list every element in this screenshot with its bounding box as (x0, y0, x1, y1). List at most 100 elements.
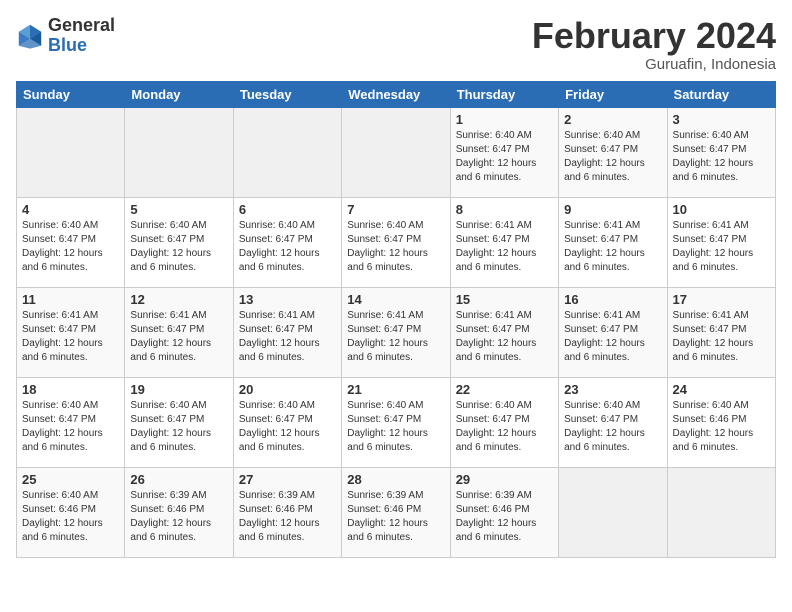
day-number: 25 (22, 472, 119, 487)
calendar-cell: 5Sunrise: 6:40 AMSunset: 6:47 PMDaylight… (125, 197, 233, 287)
day-info: Sunrise: 6:40 AMSunset: 6:47 PMDaylight:… (673, 129, 770, 185)
calendar-cell: 21 Sunrise: 6:40 AMSunset: 6:47 PMDayligh… (342, 377, 450, 467)
day-info: Sunrise: 6:40 AMSunset: 6:47 PMDaylight:… (22, 399, 119, 455)
calendar-cell: 16Sunrise: 6:41 AMSunset: 6:47 PMDayligh… (559, 287, 667, 377)
weekday-header-tuesday: Tuesday (233, 81, 341, 107)
location-subtitle: Guruafin, Indonesia (532, 56, 776, 73)
calendar-cell: 19Sunrise: 6:40 AMSunset: 6:47 PMDayligh… (125, 377, 233, 467)
day-info: Sunrise: 6:40 AMSunset: 6:47 PMDaylight:… (456, 399, 553, 455)
day-number: 15 (456, 292, 553, 307)
calendar-cell: 28Sunrise: 6:39 AMSunset: 6:46 PMDayligh… (342, 467, 450, 557)
day-info: Sunrise: 6:41 AMSunset: 6:47 PMDaylight:… (347, 309, 444, 365)
calendar-cell (17, 107, 125, 197)
day-info: Sunrise: 6:41 AMSunset: 6:47 PMDaylight:… (456, 309, 553, 365)
calendar-cell: 2 Sunrise: 6:40 AMSunset: 6:47 PMDaylight… (559, 107, 667, 197)
calendar-cell: 11Sunrise: 6:41 AMSunset: 6:47 PMDayligh… (17, 287, 125, 377)
day-number: 28 (347, 472, 444, 487)
calendar-cell: 23 Sunrise: 6:40 AMSunset: 6:47 PMDayligh… (559, 377, 667, 467)
day-info: Sunrise: 6:41 AMSunset: 6:47 PMDaylight:… (456, 219, 553, 275)
weekday-header-wednesday: Wednesday (342, 81, 450, 107)
calendar-cell: 7 Sunrise: 6:40 AMSunset: 6:47 PMDaylight… (342, 197, 450, 287)
day-info: Sunrise: 6:39 AMSunset: 6:46 PMDaylight:… (456, 489, 553, 545)
day-number: 4 (22, 202, 119, 217)
day-number: 5 (130, 202, 227, 217)
logo-general: General (48, 15, 115, 35)
day-number: 8 (456, 202, 553, 217)
calendar-cell: 27 Sunrise: 6:39 AMSunset: 6:46 PMDayligh… (233, 467, 341, 557)
day-info: Sunrise: 6:40 AMSunset: 6:47 PMDaylight:… (239, 399, 336, 455)
weekday-header-thursday: Thursday (450, 81, 558, 107)
day-number: 3 (673, 112, 770, 127)
calendar-cell: 20 Sunrise: 6:40 AMSunset: 6:47 PMDayligh… (233, 377, 341, 467)
calendar-week-row: 25 Sunrise: 6:40 AMSunset: 6:46 PMDayligh… (17, 467, 776, 557)
day-info: Sunrise: 6:41 AMSunset: 6:47 PMDaylight:… (564, 219, 661, 275)
calendar-cell (667, 467, 775, 557)
logo: General Blue (16, 16, 115, 56)
weekday-header-sunday: Sunday (17, 81, 125, 107)
day-info: Sunrise: 6:40 AMSunset: 6:47 PMDaylight:… (456, 129, 553, 185)
calendar-cell: 12 Sunrise: 6:41 AMSunset: 6:47 PMDayligh… (125, 287, 233, 377)
calendar-cell: 22 Sunrise: 6:40 AMSunset: 6:47 PMDayligh… (450, 377, 558, 467)
day-number: 11 (22, 292, 119, 307)
calendar-cell: 15 Sunrise: 6:41 AMSunset: 6:47 PMDayligh… (450, 287, 558, 377)
day-info: Sunrise: 6:40 AMSunset: 6:46 PMDaylight:… (22, 489, 119, 545)
day-info: Sunrise: 6:41 AMSunset: 6:47 PMDaylight:… (673, 309, 770, 365)
day-info: Sunrise: 6:40 AMSunset: 6:47 PMDaylight:… (564, 399, 661, 455)
day-number: 12 (130, 292, 227, 307)
day-number: 20 (239, 382, 336, 397)
day-info: Sunrise: 6:41 AMSunset: 6:47 PMDaylight:… (130, 309, 227, 365)
day-number: 23 (564, 382, 661, 397)
logo-icon (16, 22, 44, 50)
calendar-cell (559, 467, 667, 557)
calendar-cell: 17 Sunrise: 6:41 AMSunset: 6:47 PMDayligh… (667, 287, 775, 377)
day-number: 13 (239, 292, 336, 307)
calendar-week-row: 11 Sunrise: 6:41 AMSunset: 6:47 PMDayligh… (17, 287, 776, 377)
day-number: 9 (564, 202, 661, 217)
calendar-cell: 26Sunrise: 6:39 AMSunset: 6:46 PMDayligh… (125, 467, 233, 557)
day-number: 27 (239, 472, 336, 487)
calendar-week-row: 4 Sunrise: 6:40 AMSunset: 6:47 PMDaylight… (17, 197, 776, 287)
calendar-cell: 9 Sunrise: 6:41 AMSunset: 6:47 PMDaylight… (559, 197, 667, 287)
weekday-header-friday: Friday (559, 81, 667, 107)
day-info: Sunrise: 6:40 AMSunset: 6:47 PMDaylight:… (564, 129, 661, 185)
day-number: 6 (239, 202, 336, 217)
calendar-cell: 1 Sunrise: 6:40 AMSunset: 6:47 PMDaylight… (450, 107, 558, 197)
month-title: February 2024 (532, 16, 776, 56)
calendar-cell: 13Sunrise: 6:41 AMSunset: 6:47 PMDayligh… (233, 287, 341, 377)
day-number: 7 (347, 202, 444, 217)
day-info: Sunrise: 6:39 AMSunset: 6:46 PMDaylight:… (239, 489, 336, 545)
day-number: 19 (130, 382, 227, 397)
calendar-cell: 10 Sunrise: 6:41 AMSunset: 6:47 PMDayligh… (667, 197, 775, 287)
day-number: 29 (456, 472, 553, 487)
calendar-cell: 24 Sunrise: 6:40 AMSunset: 6:46 PMDayligh… (667, 377, 775, 467)
weekday-header-saturday: Saturday (667, 81, 775, 107)
calendar-week-row: 1 Sunrise: 6:40 AMSunset: 6:47 PMDaylight… (17, 107, 776, 197)
day-info: Sunrise: 6:40 AMSunset: 6:47 PMDaylight:… (239, 219, 336, 275)
calendar-cell: 6 Sunrise: 6:40 AMSunset: 6:47 PMDaylight… (233, 197, 341, 287)
day-number: 14 (347, 292, 444, 307)
calendar-week-row: 18 Sunrise: 6:40 AMSunset: 6:47 PMDayligh… (17, 377, 776, 467)
day-info: Sunrise: 6:39 AMSunset: 6:46 PMDaylight:… (130, 489, 227, 545)
weekday-header-row: SundayMondayTuesdayWednesdayThursdayFrid… (17, 81, 776, 107)
day-number: 2 (564, 112, 661, 127)
day-info: Sunrise: 6:40 AMSunset: 6:47 PMDaylight:… (347, 219, 444, 275)
day-number: 22 (456, 382, 553, 397)
logo-text: General Blue (48, 16, 115, 56)
day-info: Sunrise: 6:40 AMSunset: 6:47 PMDaylight:… (22, 219, 119, 275)
calendar-cell: 8 Sunrise: 6:41 AMSunset: 6:47 PMDaylight… (450, 197, 558, 287)
day-info: Sunrise: 6:41 AMSunset: 6:47 PMDaylight:… (673, 219, 770, 275)
day-number: 16 (564, 292, 661, 307)
day-number: 1 (456, 112, 553, 127)
calendar-cell: 4 Sunrise: 6:40 AMSunset: 6:47 PMDaylight… (17, 197, 125, 287)
day-number: 17 (673, 292, 770, 307)
calendar-cell: 18 Sunrise: 6:40 AMSunset: 6:47 PMDayligh… (17, 377, 125, 467)
day-number: 18 (22, 382, 119, 397)
day-info: Sunrise: 6:40 AMSunset: 6:47 PMDaylight:… (347, 399, 444, 455)
calendar-cell: 29 Sunrise: 6:39 AMSunset: 6:46 PMDayligh… (450, 467, 558, 557)
day-info: Sunrise: 6:40 AMSunset: 6:46 PMDaylight:… (673, 399, 770, 455)
day-number: 10 (673, 202, 770, 217)
day-number: 24 (673, 382, 770, 397)
weekday-header-monday: Monday (125, 81, 233, 107)
calendar-cell: 3 Sunrise: 6:40 AMSunset: 6:47 PMDaylight… (667, 107, 775, 197)
day-number: 21 (347, 382, 444, 397)
